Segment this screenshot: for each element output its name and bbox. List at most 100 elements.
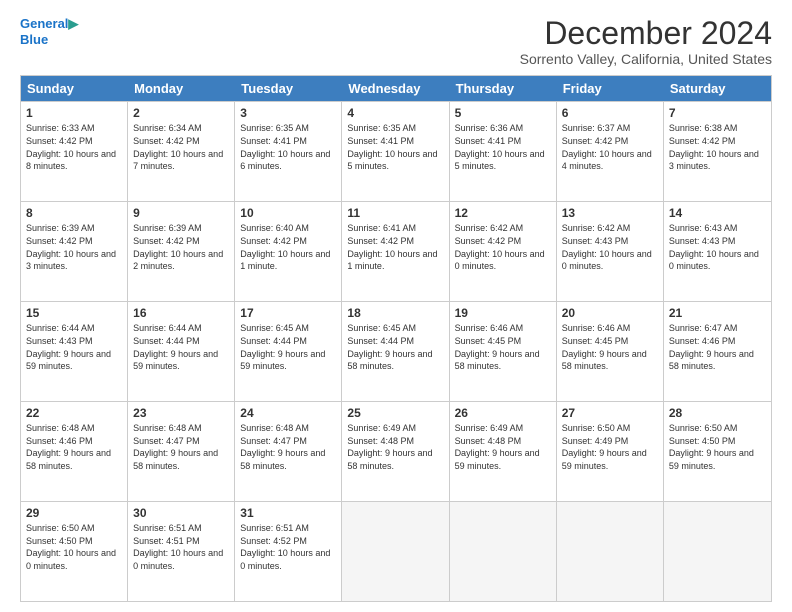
day-cell-5: 5 Sunrise: 6:36 AM Sunset: 4:41 PM Dayli…: [450, 102, 557, 201]
day-number: 10: [240, 205, 336, 221]
sunrise-label: Sunrise: 6:51 AM: [133, 523, 202, 533]
sunrise-label: Sunrise: 6:50 AM: [26, 523, 95, 533]
day-cell-19: 19 Sunrise: 6:46 AM Sunset: 4:45 PM Dayl…: [450, 302, 557, 401]
sunrise-label: Sunrise: 6:51 AM: [240, 523, 309, 533]
day-number: 18: [347, 305, 443, 321]
sunrise-label: Sunrise: 6:38 AM: [669, 123, 738, 133]
day-info: Sunrise: 6:34 AM Sunset: 4:42 PM Dayligh…: [133, 122, 229, 172]
header: General▶ Blue December 2024 Sorrento Val…: [20, 16, 772, 67]
day-cell-29: 29 Sunrise: 6:50 AM Sunset: 4:50 PM Dayl…: [21, 502, 128, 601]
sunset-label: Sunset: 4:43 PM: [562, 236, 629, 246]
day-header-sunday: Sunday: [21, 76, 128, 101]
sunset-label: Sunset: 4:42 PM: [133, 236, 200, 246]
sunset-label: Sunset: 4:44 PM: [347, 336, 414, 346]
sunset-label: Sunset: 4:42 PM: [562, 136, 629, 146]
logo: General▶ Blue: [20, 16, 78, 47]
day-cell-22: 22 Sunrise: 6:48 AM Sunset: 4:46 PM Dayl…: [21, 402, 128, 501]
day-info: Sunrise: 6:48 AM Sunset: 4:47 PM Dayligh…: [240, 422, 336, 472]
day-number: 17: [240, 305, 336, 321]
day-cell-7: 7 Sunrise: 6:38 AM Sunset: 4:42 PM Dayli…: [664, 102, 771, 201]
day-cell-6: 6 Sunrise: 6:37 AM Sunset: 4:42 PM Dayli…: [557, 102, 664, 201]
day-number: 13: [562, 205, 658, 221]
day-header-friday: Friday: [557, 76, 664, 101]
sunrise-label: Sunrise: 6:35 AM: [347, 123, 416, 133]
day-cell-8: 8 Sunrise: 6:39 AM Sunset: 4:42 PM Dayli…: [21, 202, 128, 301]
day-number: 31: [240, 505, 336, 521]
daylight-label: Daylight: 10 hours and 6 minutes.: [240, 149, 330, 172]
day-cell-30: 30 Sunrise: 6:51 AM Sunset: 4:51 PM Dayl…: [128, 502, 235, 601]
day-info: Sunrise: 6:51 AM Sunset: 4:52 PM Dayligh…: [240, 522, 336, 572]
sunset-label: Sunset: 4:48 PM: [347, 436, 414, 446]
day-cell-10: 10 Sunrise: 6:40 AM Sunset: 4:42 PM Dayl…: [235, 202, 342, 301]
daylight-label: Daylight: 10 hours and 0 minutes.: [669, 249, 759, 272]
empty-cell: [557, 502, 664, 601]
day-info: Sunrise: 6:39 AM Sunset: 4:42 PM Dayligh…: [133, 222, 229, 272]
day-header-saturday: Saturday: [664, 76, 771, 101]
sunrise-label: Sunrise: 6:45 AM: [347, 323, 416, 333]
day-cell-2: 2 Sunrise: 6:34 AM Sunset: 4:42 PM Dayli…: [128, 102, 235, 201]
daylight-label: Daylight: 10 hours and 7 minutes.: [133, 149, 223, 172]
day-cell-16: 16 Sunrise: 6:44 AM Sunset: 4:44 PM Dayl…: [128, 302, 235, 401]
sunrise-label: Sunrise: 6:45 AM: [240, 323, 309, 333]
day-number: 30: [133, 505, 229, 521]
day-info: Sunrise: 6:50 AM Sunset: 4:50 PM Dayligh…: [669, 422, 766, 472]
day-number: 28: [669, 405, 766, 421]
sunrise-label: Sunrise: 6:48 AM: [133, 423, 202, 433]
day-info: Sunrise: 6:49 AM Sunset: 4:48 PM Dayligh…: [455, 422, 551, 472]
sunrise-label: Sunrise: 6:41 AM: [347, 223, 416, 233]
daylight-label: Daylight: 9 hours and 58 minutes.: [669, 349, 754, 372]
sunset-label: Sunset: 4:44 PM: [240, 336, 307, 346]
sunset-label: Sunset: 4:47 PM: [240, 436, 307, 446]
sunset-label: Sunset: 4:46 PM: [26, 436, 93, 446]
sunset-label: Sunset: 4:42 PM: [347, 236, 414, 246]
daylight-label: Daylight: 10 hours and 0 minutes.: [455, 249, 545, 272]
daylight-label: Daylight: 10 hours and 3 minutes.: [26, 249, 116, 272]
calendar-week-2: 8 Sunrise: 6:39 AM Sunset: 4:42 PM Dayli…: [21, 201, 771, 301]
sunset-label: Sunset: 4:45 PM: [562, 336, 629, 346]
day-info: Sunrise: 6:40 AM Sunset: 4:42 PM Dayligh…: [240, 222, 336, 272]
daylight-label: Daylight: 9 hours and 59 minutes.: [240, 349, 325, 372]
day-number: 4: [347, 105, 443, 121]
day-number: 16: [133, 305, 229, 321]
day-number: 22: [26, 405, 122, 421]
calendar-week-1: 1 Sunrise: 6:33 AM Sunset: 4:42 PM Dayli…: [21, 101, 771, 201]
sunrise-label: Sunrise: 6:49 AM: [455, 423, 524, 433]
day-info: Sunrise: 6:48 AM Sunset: 4:47 PM Dayligh…: [133, 422, 229, 472]
day-number: 26: [455, 405, 551, 421]
day-cell-1: 1 Sunrise: 6:33 AM Sunset: 4:42 PM Dayli…: [21, 102, 128, 201]
sunset-label: Sunset: 4:43 PM: [669, 236, 736, 246]
daylight-label: Daylight: 9 hours and 58 minutes.: [240, 448, 325, 471]
title-section: December 2024 Sorrento Valley, Californi…: [520, 16, 772, 67]
day-info: Sunrise: 6:44 AM Sunset: 4:44 PM Dayligh…: [133, 322, 229, 372]
sunset-label: Sunset: 4:42 PM: [455, 236, 522, 246]
day-info: Sunrise: 6:45 AM Sunset: 4:44 PM Dayligh…: [240, 322, 336, 372]
sunrise-label: Sunrise: 6:33 AM: [26, 123, 95, 133]
sunset-label: Sunset: 4:42 PM: [26, 136, 93, 146]
sunset-label: Sunset: 4:43 PM: [26, 336, 93, 346]
day-cell-31: 31 Sunrise: 6:51 AM Sunset: 4:52 PM Dayl…: [235, 502, 342, 601]
sunset-label: Sunset: 4:52 PM: [240, 536, 307, 546]
sunrise-label: Sunrise: 6:36 AM: [455, 123, 524, 133]
day-info: Sunrise: 6:41 AM Sunset: 4:42 PM Dayligh…: [347, 222, 443, 272]
daylight-label: Daylight: 9 hours and 58 minutes.: [26, 448, 111, 471]
day-info: Sunrise: 6:46 AM Sunset: 4:45 PM Dayligh…: [562, 322, 658, 372]
day-number: 14: [669, 205, 766, 221]
sunset-label: Sunset: 4:50 PM: [669, 436, 736, 446]
sunset-label: Sunset: 4:48 PM: [455, 436, 522, 446]
day-info: Sunrise: 6:42 AM Sunset: 4:43 PM Dayligh…: [562, 222, 658, 272]
calendar-week-3: 15 Sunrise: 6:44 AM Sunset: 4:43 PM Dayl…: [21, 301, 771, 401]
page: General▶ Blue December 2024 Sorrento Val…: [0, 0, 792, 612]
day-cell-11: 11 Sunrise: 6:41 AM Sunset: 4:42 PM Dayl…: [342, 202, 449, 301]
day-cell-15: 15 Sunrise: 6:44 AM Sunset: 4:43 PM Dayl…: [21, 302, 128, 401]
day-number: 12: [455, 205, 551, 221]
day-number: 27: [562, 405, 658, 421]
day-cell-25: 25 Sunrise: 6:49 AM Sunset: 4:48 PM Dayl…: [342, 402, 449, 501]
calendar-week-5: 29 Sunrise: 6:50 AM Sunset: 4:50 PM Dayl…: [21, 501, 771, 601]
day-info: Sunrise: 6:36 AM Sunset: 4:41 PM Dayligh…: [455, 122, 551, 172]
sunrise-label: Sunrise: 6:40 AM: [240, 223, 309, 233]
day-info: Sunrise: 6:51 AM Sunset: 4:51 PM Dayligh…: [133, 522, 229, 572]
sunset-label: Sunset: 4:45 PM: [455, 336, 522, 346]
day-number: 5: [455, 105, 551, 121]
day-info: Sunrise: 6:37 AM Sunset: 4:42 PM Dayligh…: [562, 122, 658, 172]
day-number: 1: [26, 105, 122, 121]
